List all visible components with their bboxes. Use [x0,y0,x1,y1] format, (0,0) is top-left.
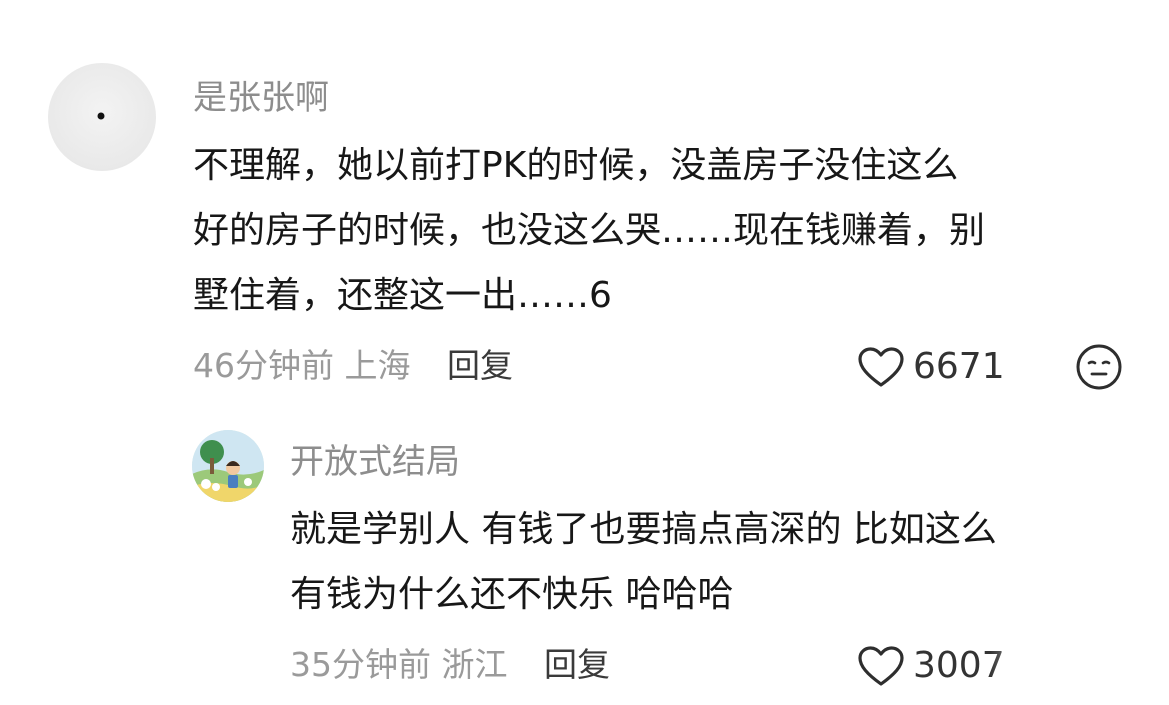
comment-text: 就是学别人 有钱了也要搞点高深的 比如这么 有钱为什么还不快乐 哈哈哈 [290,497,997,627]
comment-location: 上海 [344,346,411,385]
avatar[interactable] [192,430,264,502]
comment-location: 浙江 [441,645,508,684]
comment-username[interactable]: 开放式结局 [290,445,460,479]
like-button[interactable]: 3007 [857,645,1005,687]
scroll-fade [990,628,1169,705]
like-count: 6671 [913,346,1005,387]
comment-meta: 35分钟前 浙江 回复 [290,648,610,681]
comment-time: 35分钟前 [290,645,431,684]
face-neutral-icon [1076,344,1122,390]
comment-text-line: 就是学别人 有钱了也要搞点高深的 比如这么 [290,509,997,550]
avatar-illustration [192,430,264,502]
heart-outline-icon [858,347,904,387]
comment-text-line: 好的房子的时候，也没这么哭……现在钱赚着，别 [193,210,986,251]
comment-text-line: 有钱为什么还不快乐 哈哈哈 [290,574,734,615]
reply-button[interactable]: 回复 [447,346,513,385]
comment-text-line: 不理解，她以前打PK的时候，没盖房子没住这么 [193,145,959,186]
comment-text-line: 墅住着，还整这一出……6 [193,275,612,316]
heart-outline-icon [858,646,904,686]
like-button[interactable]: 6671 [857,346,1005,388]
reply-button[interactable]: 回复 [544,645,610,684]
comment-text: 不理解，她以前打PK的时候，没盖房子没住这么 好的房子的时候，也没这么哭……现在… [193,133,985,328]
comment-meta: 46分钟前 上海 回复 [193,349,513,382]
reaction-button[interactable] [1075,343,1123,395]
comment-time: 46分钟前 [193,346,334,385]
comment-username[interactable]: 是张张啊 [193,81,329,115]
avatar[interactable] [48,63,156,171]
